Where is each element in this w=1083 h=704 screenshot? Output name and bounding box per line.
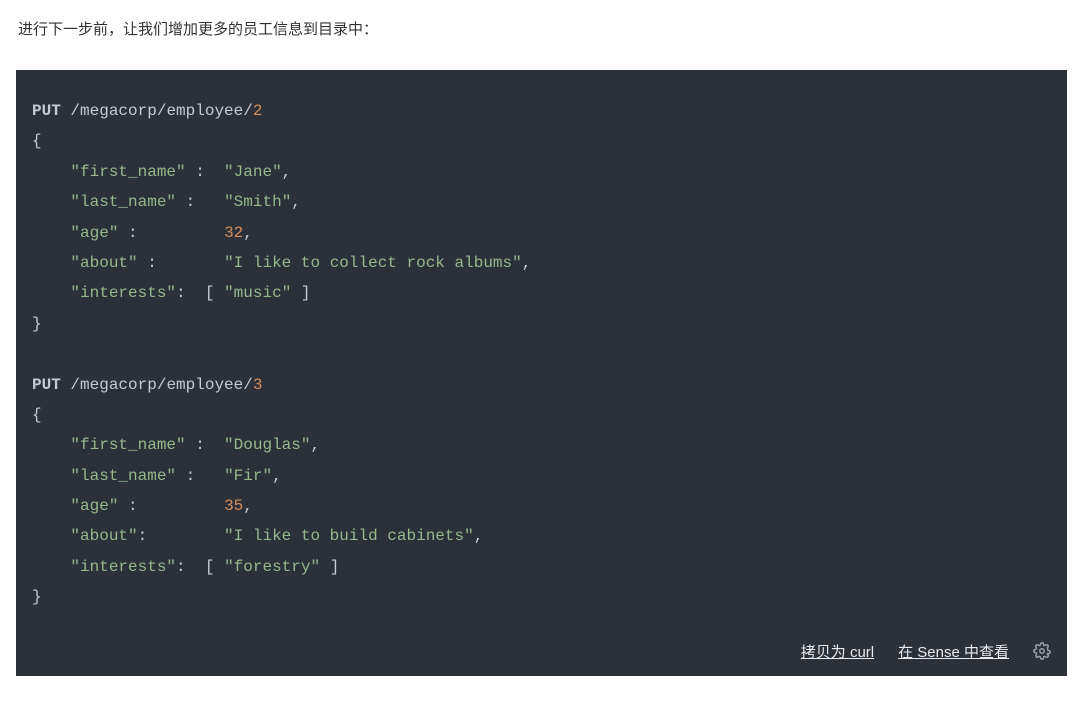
- copy-as-curl-link[interactable]: 拷贝为 curl: [801, 641, 874, 662]
- http-method-2: PUT: [32, 376, 61, 394]
- request-path-2: /megacorp/employee/: [70, 376, 252, 394]
- gear-icon[interactable]: [1033, 642, 1051, 660]
- request-path-1: /megacorp/employee/: [70, 102, 252, 120]
- id-2: 3: [253, 376, 263, 394]
- http-method: PUT: [32, 102, 61, 120]
- code-toolbar: 拷贝为 curl 在 Sense 中查看: [16, 631, 1067, 676]
- intro-text: 进行下一步前，让我们增加更多的员工信息到目录中：: [18, 18, 1067, 42]
- code-block: PUT /megacorp/employee/2 { "first_name" …: [16, 70, 1067, 631]
- view-in-sense-link[interactable]: 在 Sense 中查看: [898, 641, 1009, 662]
- id-1: 2: [253, 102, 263, 120]
